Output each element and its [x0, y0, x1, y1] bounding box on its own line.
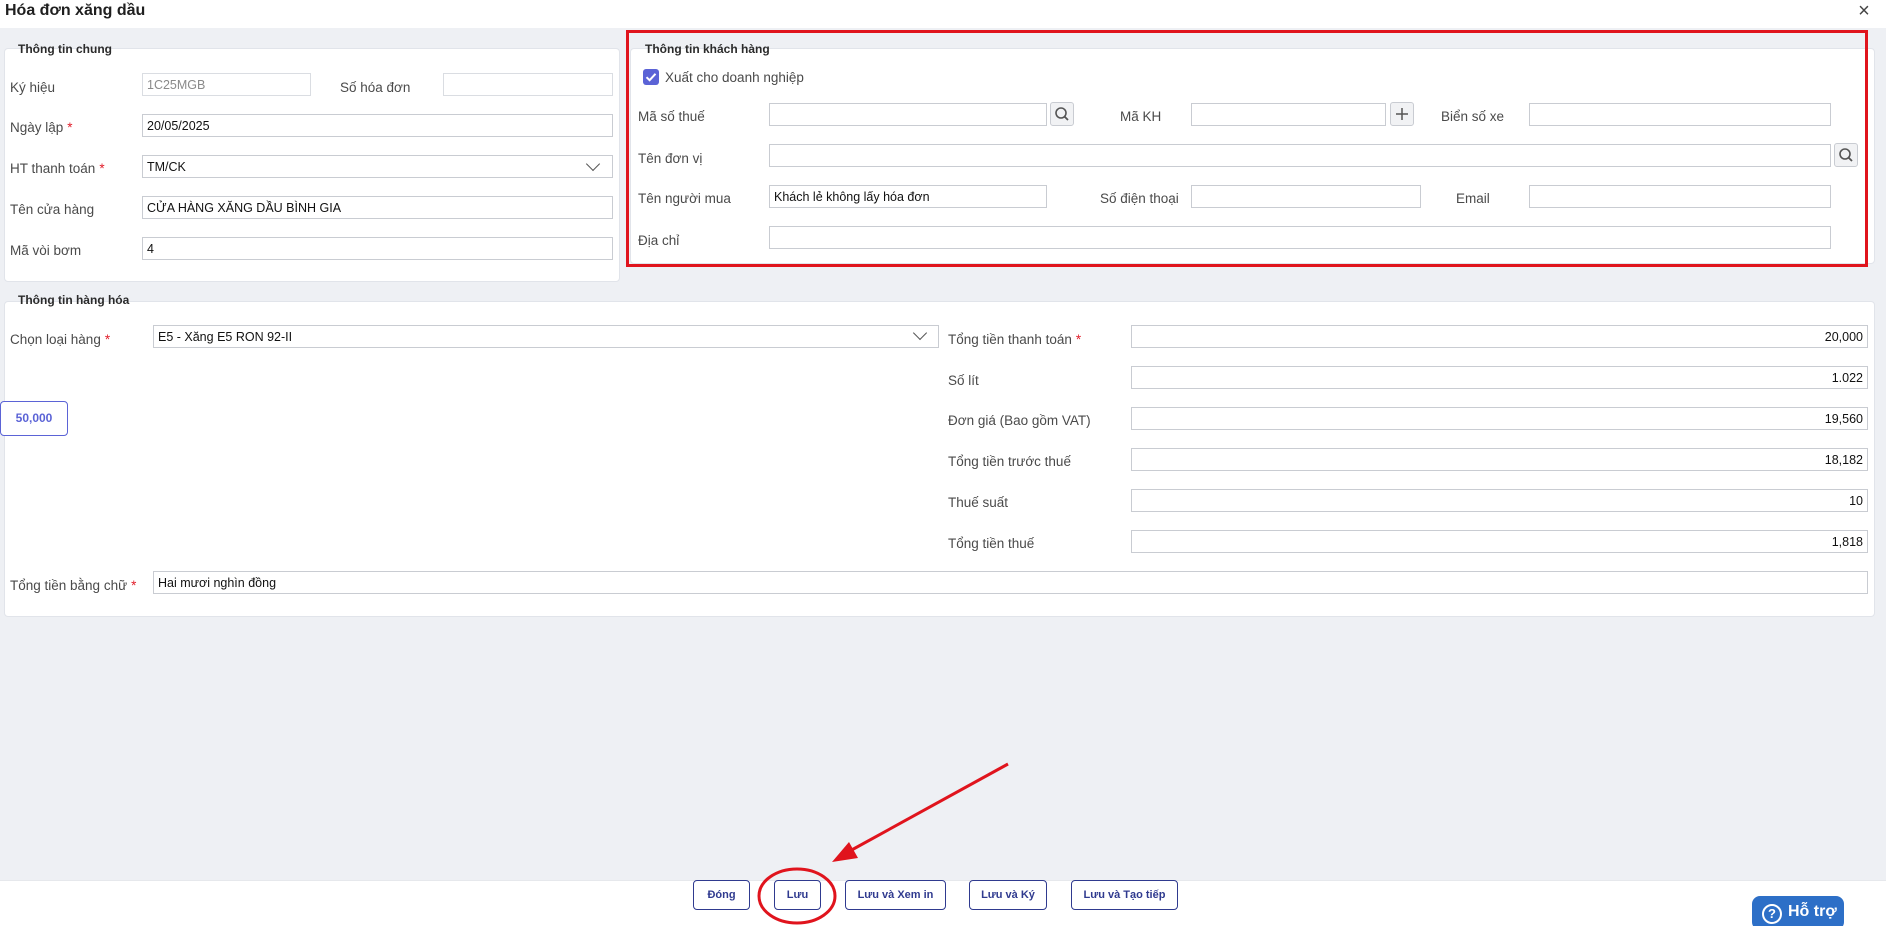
goods-info-title: Thông tin hàng hóa [18, 293, 130, 307]
so-lit-label: Số lít [948, 373, 979, 388]
don-gia-label: Đơn giá (Bao gồm VAT) [948, 413, 1091, 428]
ngay-lap-input[interactable]: 20/05/2025 [142, 114, 613, 137]
don-gia-input[interactable]: 19,560 [1131, 407, 1868, 430]
email-label: Email [1456, 191, 1490, 206]
help-label: Hỗ trợ [1788, 903, 1837, 920]
add-icon[interactable] [1390, 102, 1414, 126]
ma-voi-bom-label: Mã vòi bơm [10, 243, 82, 258]
close-icon[interactable]: × [1854, 0, 1874, 22]
search-icon[interactable] [1834, 143, 1858, 167]
luu-xem-in-button[interactable]: Lưu và Xem in [845, 880, 946, 910]
luu-button[interactable]: Lưu [774, 880, 821, 910]
ten-nguoi-mua-label: Tên người mua [638, 191, 731, 206]
dia-chi-label: Địa chỉ [638, 233, 680, 248]
tong-tien-thue-input[interactable]: 1,818 [1131, 530, 1868, 553]
so-dien-thoai-label: Số điện thoại [1100, 191, 1179, 206]
window-title: Hóa đơn xăng dầu [5, 2, 146, 19]
ten-cua-hang-input[interactable]: CỬA HÀNG XĂNG DẦU BÌNH GIA [142, 196, 613, 219]
annotation-arrow-head [832, 842, 858, 862]
tong-tien-bang-chu-input[interactable]: Hai mươi nghìn đồng [153, 571, 1868, 594]
ma-kh-input[interactable] [1191, 103, 1386, 126]
so-dien-thoai-input[interactable] [1191, 185, 1421, 208]
tong-tien-truoc-thue-input[interactable]: 18,182 [1131, 448, 1868, 471]
tong-tien-bang-chu-label: Tổng tiền bằng chữ * [10, 578, 137, 593]
dia-chi-input[interactable] [769, 226, 1831, 249]
dong-button[interactable]: Đóng [693, 880, 750, 910]
title-bar: Hóa đơn xăng dầu × [0, 0, 1886, 28]
ten-cua-hang-label: Tên cửa hàng [10, 202, 95, 217]
help-icon: ? [1762, 904, 1782, 924]
bien-so-xe-label: Biển số xe [1441, 109, 1505, 124]
xuat-doanh-nghiep-checkbox[interactable] [643, 69, 659, 85]
luu-tao-tiep-button[interactable]: Lưu và Tạo tiếp [1071, 880, 1178, 910]
ma-voi-bom-input[interactable]: 4 [142, 237, 613, 260]
ma-kh-label: Mã KH [1120, 109, 1162, 124]
quick-amount-button[interactable]: 50,000 [0, 401, 68, 436]
xuat-doanh-nghiep-label: Xuất cho doanh nghiệp [665, 70, 804, 85]
ten-don-vi-label: Tên đơn vị [638, 151, 703, 166]
search-icon[interactable] [1050, 102, 1074, 126]
so-lit-input[interactable]: 1.022 [1131, 366, 1868, 389]
help-button[interactable]: ? Hỗ trợ [1752, 896, 1844, 926]
ht-thanh-toan-label: HT thanh toán * [10, 161, 105, 176]
customer-info-title: Thông tin khách hàng [645, 42, 770, 56]
luu-ky-button[interactable]: Lưu và Ký [969, 880, 1047, 910]
so-hoa-don-label: Số hóa đơn [340, 80, 411, 95]
tong-tien-thue-label: Tổng tiền thuế [948, 536, 1035, 551]
bien-so-xe-input[interactable] [1529, 103, 1831, 126]
ht-thanh-toan-select[interactable]: TM/CK [142, 155, 613, 178]
ma-so-thue-label: Mã số thuế [638, 109, 705, 124]
chon-loai-hang-select[interactable]: E5 - Xăng E5 RON 92-II [153, 325, 939, 348]
tong-tien-thanh-toan-input[interactable]: 20,000 [1131, 325, 1868, 348]
ten-nguoi-mua-input[interactable]: Khách lẻ không lấy hóa đơn [769, 185, 1047, 208]
tong-tien-thanh-toan-label: Tổng tiền thanh toán * [948, 332, 1082, 347]
tong-tien-truoc-thue-label: Tổng tiền trước thuế [948, 454, 1071, 469]
so-hoa-don-input[interactable] [443, 73, 613, 96]
general-info-title: Thông tin chung [18, 42, 112, 56]
thue-suat-input[interactable]: 10 [1131, 489, 1868, 512]
chon-loai-hang-label: Chọn loại hàng * [10, 332, 111, 347]
ky-hieu-input[interactable]: 1C25MGB [142, 73, 311, 96]
ten-don-vi-input[interactable] [769, 144, 1831, 167]
ngay-lap-label: Ngày lập * [10, 120, 73, 135]
email-input[interactable] [1529, 185, 1831, 208]
ky-hieu-label: Ký hiệu [10, 80, 56, 95]
annotation-arrow-line [847, 762, 1009, 854]
ma-so-thue-input[interactable] [769, 103, 1047, 126]
thue-suat-label: Thuế suất [948, 495, 1009, 510]
